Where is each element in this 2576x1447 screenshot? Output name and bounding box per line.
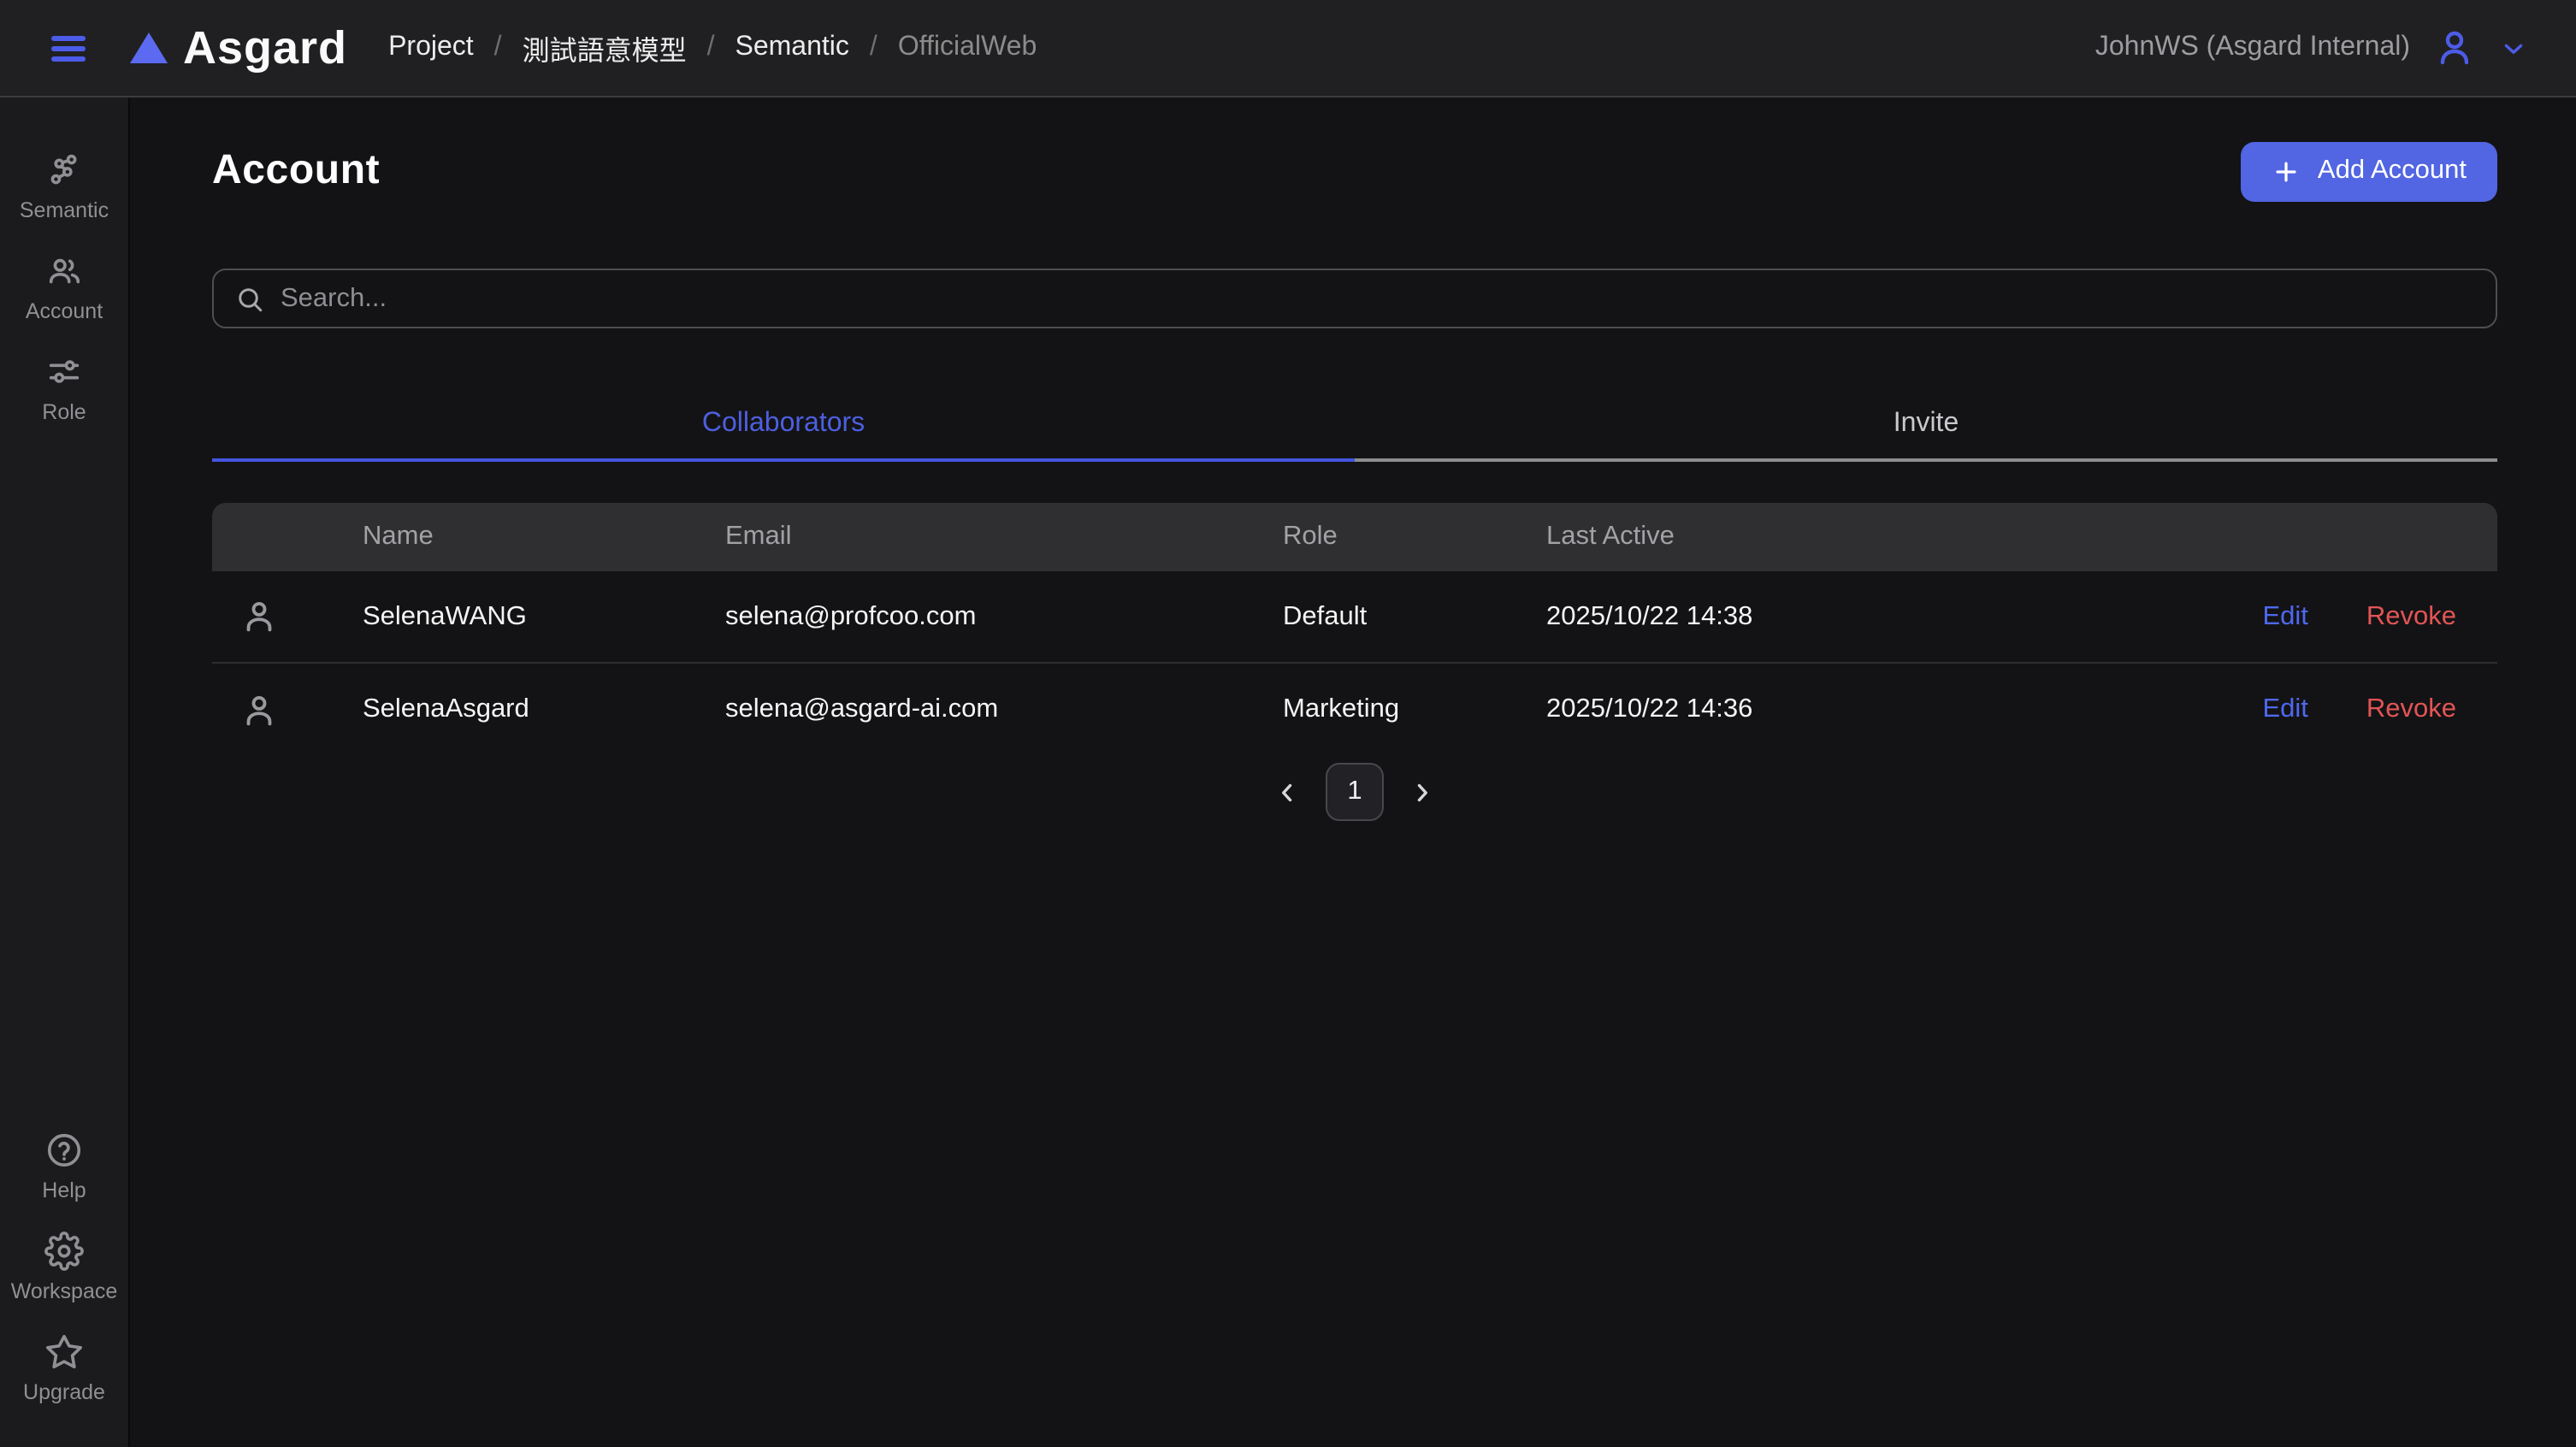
table-row: SelenaWANG selena@profcoo.com Default 20… bbox=[212, 571, 2497, 664]
breadcrumb-separator: / bbox=[870, 32, 877, 63]
next-page-icon[interactable] bbox=[1408, 777, 1437, 806]
cell-role: Marketing bbox=[1283, 694, 1546, 725]
tab-collaborators[interactable]: Collaborators bbox=[212, 390, 1355, 458]
hamburger-menu-icon[interactable] bbox=[51, 35, 86, 61]
sidebar-label-account: Account bbox=[26, 299, 103, 323]
user-name-label: JohnWS (Asgard Internal) bbox=[2095, 32, 2410, 63]
column-header-last-active: Last Active bbox=[1546, 522, 2207, 552]
collaborators-table: Name Email Role Last Active SelenaWANG s… bbox=[212, 503, 2497, 756]
gear-icon bbox=[44, 1231, 84, 1271]
breadcrumb-separator: / bbox=[494, 32, 502, 63]
sliders-icon bbox=[44, 352, 84, 392]
sidebar-item-semantic[interactable]: Semantic bbox=[0, 144, 128, 229]
sidebar-item-upgrade[interactable]: Upgrade bbox=[0, 1326, 128, 1411]
cell-last-active: 2025/10/22 14:38 bbox=[1546, 601, 2207, 632]
column-header-name: Name bbox=[363, 522, 725, 552]
user-row-icon bbox=[212, 597, 363, 636]
pagination: 1 bbox=[212, 763, 2497, 821]
tab-invite[interactable]: Invite bbox=[1355, 390, 2497, 458]
plus-icon bbox=[2272, 157, 2301, 186]
active-tab-indicator bbox=[212, 458, 1355, 462]
sidebar-top-group: Semantic Account bbox=[0, 144, 128, 446]
breadcrumb-item-semantic[interactable]: Semantic bbox=[736, 32, 849, 63]
table-header: Name Email Role Last Active bbox=[212, 503, 2497, 571]
cell-email: selena@asgard-ai.com bbox=[725, 694, 1283, 725]
cell-role: Default bbox=[1283, 601, 1546, 632]
sidebar-item-help[interactable]: Help bbox=[0, 1124, 128, 1209]
add-account-label: Add Account bbox=[2318, 156, 2467, 186]
revoke-link[interactable]: Revoke bbox=[2366, 694, 2456, 725]
topbar: Asgard Project / 測試語意模型 / Semantic / Off… bbox=[0, 0, 2576, 97]
table-row: SelenaAsgard selena@asgard-ai.com Market… bbox=[212, 664, 2497, 756]
app: Asgard Project / 測試語意模型 / Semantic / Off… bbox=[0, 0, 2576, 1447]
column-header-email: Email bbox=[725, 522, 1283, 552]
semantic-graph-icon bbox=[44, 151, 84, 190]
page-title: Account bbox=[212, 147, 380, 195]
user-row-icon bbox=[212, 690, 363, 729]
cell-name: SelenaAsgard bbox=[363, 694, 725, 725]
tabs: Collaborators Invite bbox=[212, 390, 2497, 462]
add-account-button[interactable]: Add Account bbox=[2241, 141, 2497, 201]
search-input[interactable] bbox=[281, 283, 2475, 314]
sidebar-item-role[interactable]: Role bbox=[0, 346, 128, 431]
help-circle-icon bbox=[44, 1131, 84, 1170]
breadcrumb-item-model[interactable]: 測試語意模型 bbox=[523, 27, 687, 68]
search-icon bbox=[234, 283, 265, 314]
asgard-logo: Asgard bbox=[130, 21, 347, 74]
sidebar-label-upgrade: Upgrade bbox=[23, 1380, 105, 1404]
search-bar[interactable] bbox=[212, 269, 2497, 328]
sidebar-item-account[interactable]: Account bbox=[0, 245, 128, 330]
sidebar-item-workspace[interactable]: Workspace bbox=[0, 1225, 128, 1310]
edit-link[interactable]: Edit bbox=[2262, 601, 2307, 632]
edit-link[interactable]: Edit bbox=[2262, 694, 2307, 725]
chevron-down-icon[interactable] bbox=[2499, 33, 2528, 62]
team-icon bbox=[44, 251, 84, 291]
previous-page-icon[interactable] bbox=[1273, 777, 1302, 806]
user-avatar-icon[interactable] bbox=[2434, 27, 2475, 68]
sidebar-label-role: Role bbox=[42, 400, 86, 424]
breadcrumb: Project / 測試語意模型 / Semantic / OfficialWe… bbox=[388, 27, 1037, 68]
sidebar-bottom-group: Help Workspace bbox=[0, 1124, 128, 1426]
breadcrumb-item-project[interactable]: Project bbox=[388, 32, 474, 63]
page-number-button[interactable]: 1 bbox=[1326, 763, 1384, 821]
revoke-link[interactable]: Revoke bbox=[2366, 601, 2456, 632]
column-header-role: Role bbox=[1283, 522, 1546, 552]
breadcrumb-item-officialweb: OfficialWeb bbox=[898, 32, 1037, 63]
brand-name: Asgard bbox=[183, 21, 347, 74]
star-icon bbox=[44, 1332, 84, 1372]
sidebar-label-workspace: Workspace bbox=[11, 1279, 118, 1303]
cell-last-active: 2025/10/22 14:36 bbox=[1546, 694, 2207, 725]
cell-email: selena@profcoo.com bbox=[725, 601, 1283, 632]
triangle-logo-icon bbox=[130, 32, 168, 63]
sidebar-label-semantic: Semantic bbox=[20, 198, 109, 222]
sidebar-label-help: Help bbox=[42, 1178, 86, 1202]
main-content: Account Add Account bbox=[130, 97, 2576, 1447]
user-menu[interactable]: JohnWS (Asgard Internal) bbox=[2095, 27, 2576, 68]
cell-name: SelenaWANG bbox=[363, 601, 725, 632]
breadcrumb-separator: / bbox=[707, 32, 715, 63]
sidebar: Semantic Account bbox=[0, 97, 130, 1447]
